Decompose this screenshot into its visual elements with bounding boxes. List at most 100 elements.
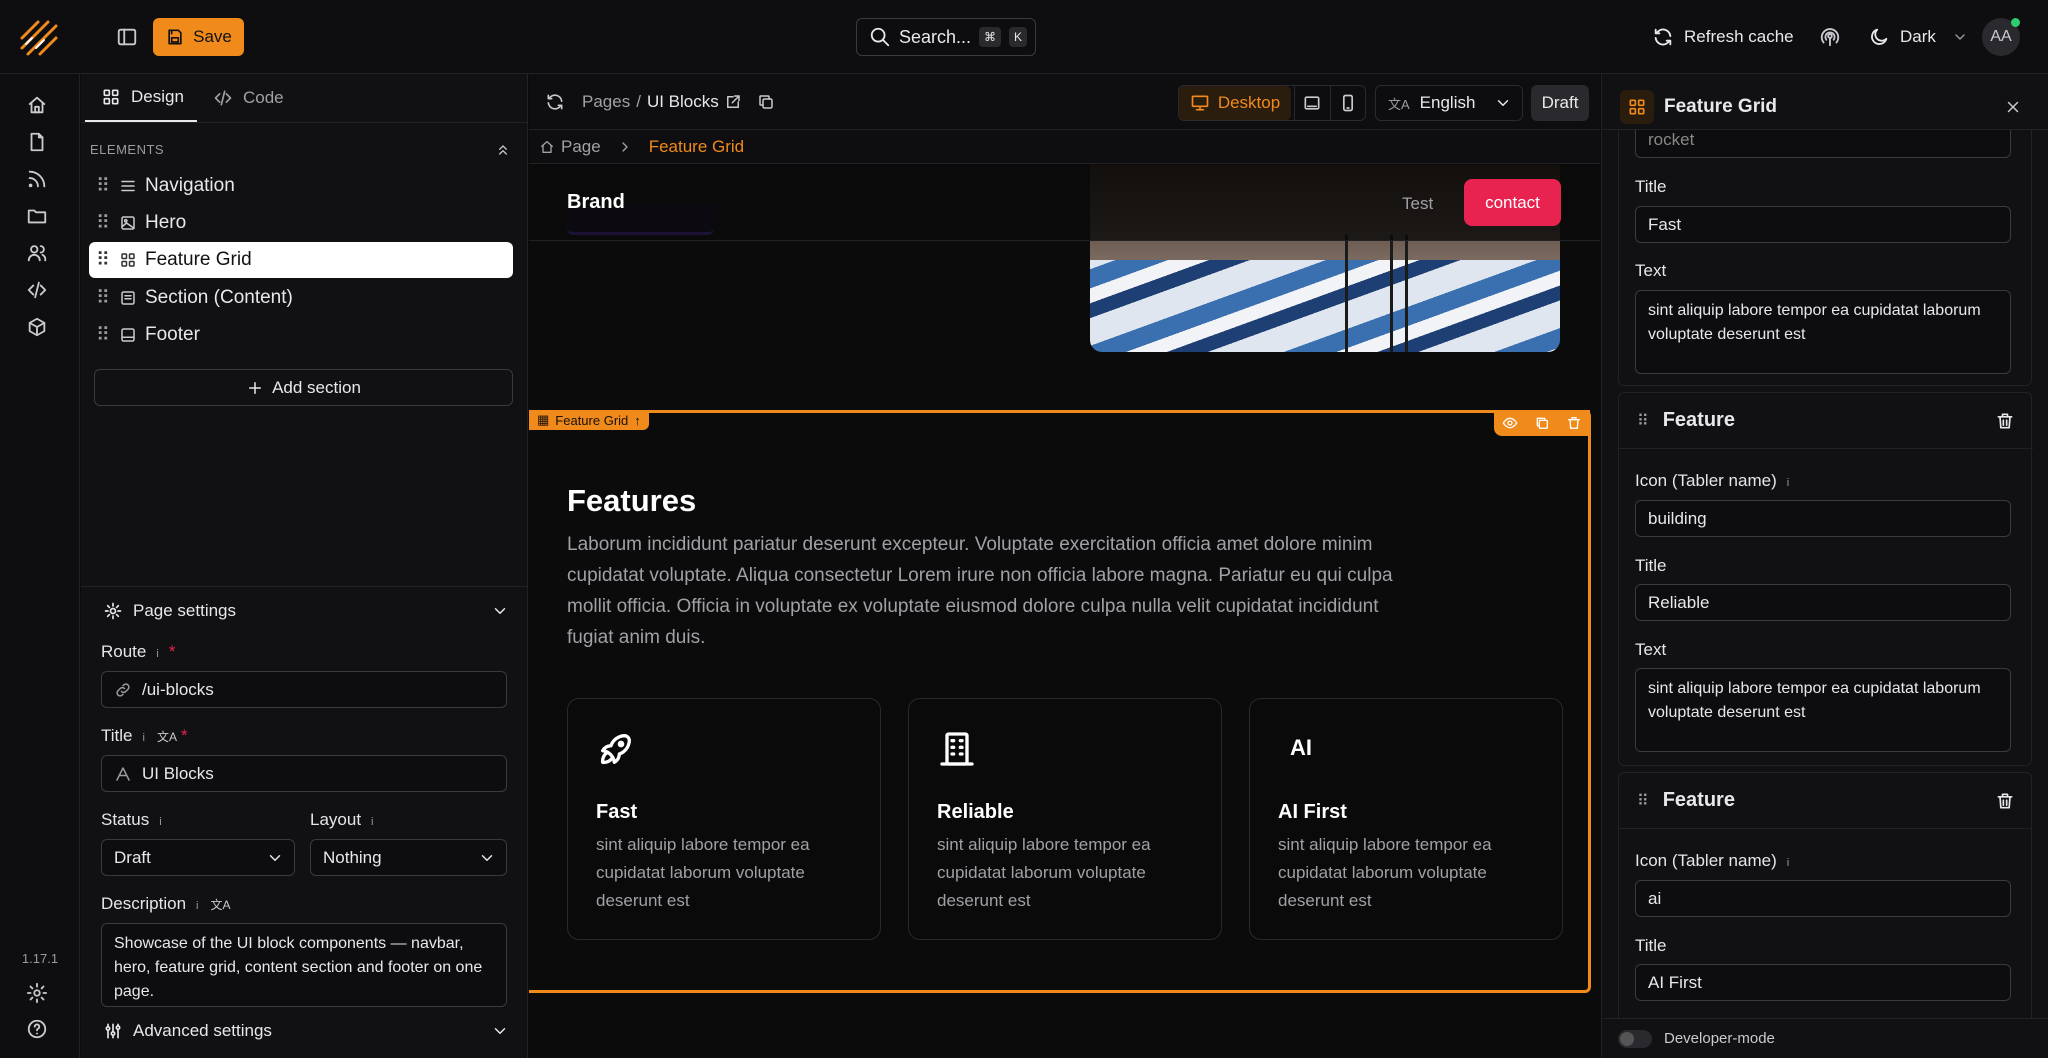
icon-input[interactable]: rocket [1635,130,2011,158]
language-label: English [1419,93,1476,112]
element-navigation[interactable]: ⠿ Navigation [89,168,513,204]
drag-handle-icon[interactable]: ⠿ [1637,411,1649,431]
layout-select[interactable]: Nothing [310,839,507,876]
nav-settings[interactable] [22,978,52,1008]
feature-header[interactable]: ⠿ Feature [1619,773,2033,829]
icon-input[interactable]: building [1635,500,2011,537]
nav-home[interactable] [22,90,52,120]
page-settings-header[interactable]: Page settings [103,596,509,626]
feature-header[interactable]: ⠿ Feature [1619,393,2033,449]
title-input[interactable]: Reliable [1635,584,2011,621]
search-icon [870,27,890,47]
text-textarea[interactable]: sint aliquip labore tempor ea cupidatat … [1635,290,2011,374]
icon-label-text: Icon (Tabler name) [1635,851,1777,870]
draft-status-button[interactable]: Draft [1531,85,1589,121]
nav-help[interactable] [22,1014,52,1044]
section-icon [117,289,139,307]
panel-scroll[interactable]: rocket Title Fast Text sint aliquip labo… [1602,130,2048,1018]
route-input[interactable]: /ui-blocks [101,671,507,708]
refresh-icon [1654,28,1672,46]
preview-nav-link[interactable]: Test [1402,194,1433,214]
device-tablet-button[interactable] [1294,86,1328,120]
refresh-cache-button[interactable]: Refresh cache [1652,22,1794,52]
icon-label: Icon (Tabler name) i [1635,471,1789,491]
preview-brand[interactable]: Brand [567,191,625,214]
nav-packages[interactable] [22,312,52,342]
drag-handle-icon[interactable]: ⠿ [89,249,117,272]
text-textarea[interactable]: sint aliquip labore tempor ea cupidatat … [1635,668,2011,752]
info-icon: i [196,900,199,912]
save-button[interactable]: Save [153,18,244,56]
adjustments-icon [105,1023,121,1039]
broadcast-button[interactable] [1815,22,1845,52]
close-panel-button[interactable] [2000,94,2026,120]
title-input[interactable]: AI First [1635,964,2011,1001]
file-icon [30,132,44,152]
section-tag[interactable]: ▦ Feature Grid ↑ [529,410,649,430]
drag-handle-icon[interactable]: ⠿ [89,212,117,235]
language-select[interactable]: 文A English [1375,85,1523,121]
nav-pages[interactable] [22,127,52,157]
advanced-settings-toggle[interactable]: Advanced settings [103,1014,509,1048]
hero-image-leg [1345,235,1348,352]
icon-input[interactable]: ai [1635,880,2011,917]
collapse-elements-button[interactable] [491,138,515,162]
tab-code-label: Code [243,88,284,107]
drag-handle-icon[interactable]: ⠿ [89,287,117,310]
feature-heading: Feature [1662,789,1735,811]
toggle-sidebar-button[interactable] [112,22,142,52]
theme-select[interactable]: Dark [1868,22,1968,52]
developer-mode-label: Developer-mode [1664,1030,1775,1047]
crumb-current: UI Blocks [646,92,719,111]
title-label-text: Title [101,726,133,745]
title-label: Title i 文A * [101,726,188,746]
device-mobile-button[interactable] [1330,86,1364,120]
reload-preview-button[interactable] [542,89,568,115]
duplicate-icon[interactable] [1534,415,1550,431]
avatar[interactable]: AA [1982,18,2020,56]
copy-button[interactable] [754,90,778,114]
nav-feeds[interactable] [22,164,52,194]
element-feature-grid[interactable]: ⠿ Feature Grid [89,242,513,278]
app-logo[interactable] [18,18,60,58]
icon-input-value: ai [1648,888,1662,908]
add-section-button[interactable]: Add section [94,369,513,406]
drag-handle-icon[interactable]: ⠿ [89,175,117,198]
title-input[interactable]: UI Blocks [101,755,507,792]
open-external-button[interactable] [721,90,745,114]
rss-icon [28,170,46,188]
developer-mode-toggle[interactable] [1618,1029,1652,1048]
nav-users[interactable] [22,238,52,268]
nav-folders[interactable] [22,201,52,231]
breadcrumb-page[interactable]: Page [561,137,601,157]
layout-grid-icon [103,89,119,105]
trash-icon[interactable] [1995,791,2015,811]
card-title: Fast [596,801,638,823]
home-icon [28,96,46,114]
eye-icon[interactable] [1502,415,1518,431]
drag-handle-icon[interactable]: ⠿ [89,324,117,347]
trash-icon[interactable] [1995,411,2015,431]
element-footer[interactable]: ⠿ Footer [89,317,513,353]
app-version: 1.17.1 [21,951,59,966]
title-input[interactable]: Fast [1635,206,2011,243]
tab-code[interactable]: Code [203,74,303,122]
preview-contact-button[interactable]: contact [1464,179,1561,226]
nav-code[interactable] [22,275,52,305]
breadcrumb-section[interactable]: Feature Grid [649,137,744,157]
drag-handle-icon[interactable]: ⠿ [1637,791,1649,811]
status-select[interactable]: Draft [101,839,295,876]
nav-rail: 1.17.1 [0,74,80,1058]
tab-design[interactable]: Design [85,74,197,122]
title-value: UI Blocks [142,763,214,783]
trash-icon[interactable] [1566,415,1582,431]
search-box[interactable]: Search... ⌘ K [856,18,1036,56]
route-label-text: Route [101,642,147,661]
element-section-content[interactable]: ⠿ Section (Content) [89,280,513,316]
description-textarea[interactable]: Showcase of the UI block components — na… [101,923,507,1007]
moon-icon [1871,28,1888,45]
element-hero[interactable]: ⠿ Hero [89,205,513,241]
typography-icon [116,766,130,781]
device-desktop-button[interactable]: Desktop [1179,86,1291,120]
crumb-pages[interactable]: Pages [582,92,630,112]
